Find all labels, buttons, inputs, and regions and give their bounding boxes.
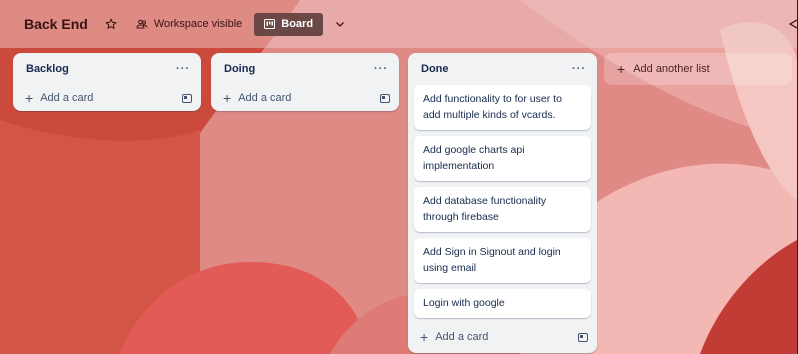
list-menu-button[interactable]: ··· [572,63,586,75]
list-title[interactable]: Backlog [26,63,69,75]
visibility-label: Workspace visible [153,18,243,30]
add-card-label: Add a card [435,331,489,343]
board-icon [264,19,276,29]
add-card-row: + Add a card [13,85,201,111]
card[interactable]: Add functionality to for user to add mul… [414,85,591,130]
card[interactable]: Add google charts api implementation [414,136,591,181]
plus-icon: + [25,90,34,106]
card-template-icon[interactable] [182,93,192,103]
card-template-icon[interactable] [578,332,588,342]
board-view-button[interactable]: Board [254,12,324,36]
list-title[interactable]: Done [421,63,449,75]
board-header: Back End Workspace visible Board [0,0,797,48]
chevron-down-icon[interactable] [333,17,347,31]
add-list-button[interactable]: + Add another list [604,53,792,85]
visibility-button[interactable]: Workspace visible [136,18,242,30]
board-view-label: Board [281,18,314,30]
list-doing: Doing ··· + Add a card [211,53,399,111]
list-backlog: Backlog ··· + Add a card [13,53,201,111]
card[interactable]: Login with google [414,289,591,318]
add-card-label: Add a card [238,92,292,104]
add-card-label: Add a card [40,92,94,104]
filter-icon[interactable] [787,17,797,31]
list-title[interactable]: Doing [224,63,255,75]
add-card-row: + Add a card [408,324,597,350]
add-card-button[interactable]: + Add a card [420,330,488,344]
workspace-icon [136,19,148,29]
add-card-button[interactable]: + Add a card [25,91,93,105]
card[interactable]: Add Sign in Signout and login using emai… [414,238,591,283]
card[interactable]: Add database functionality through fireb… [414,187,591,232]
add-card-button[interactable]: + Add a card [223,91,291,105]
plus-icon: + [617,61,626,77]
board-canvas: Back End Workspace visible Board Backlog… [0,0,797,354]
plus-icon: + [420,329,429,345]
plus-icon: + [223,90,232,106]
star-icon[interactable] [104,17,118,31]
card-template-icon[interactable] [380,93,390,103]
list-menu-button[interactable]: ··· [176,63,190,75]
add-list-label: Add another list [633,63,710,75]
add-card-row: + Add a card [211,85,399,111]
list-done: Done ··· Add functionality to for user t… [408,53,597,353]
board-title[interactable]: Back End [24,16,88,32]
list-menu-button[interactable]: ··· [374,63,388,75]
